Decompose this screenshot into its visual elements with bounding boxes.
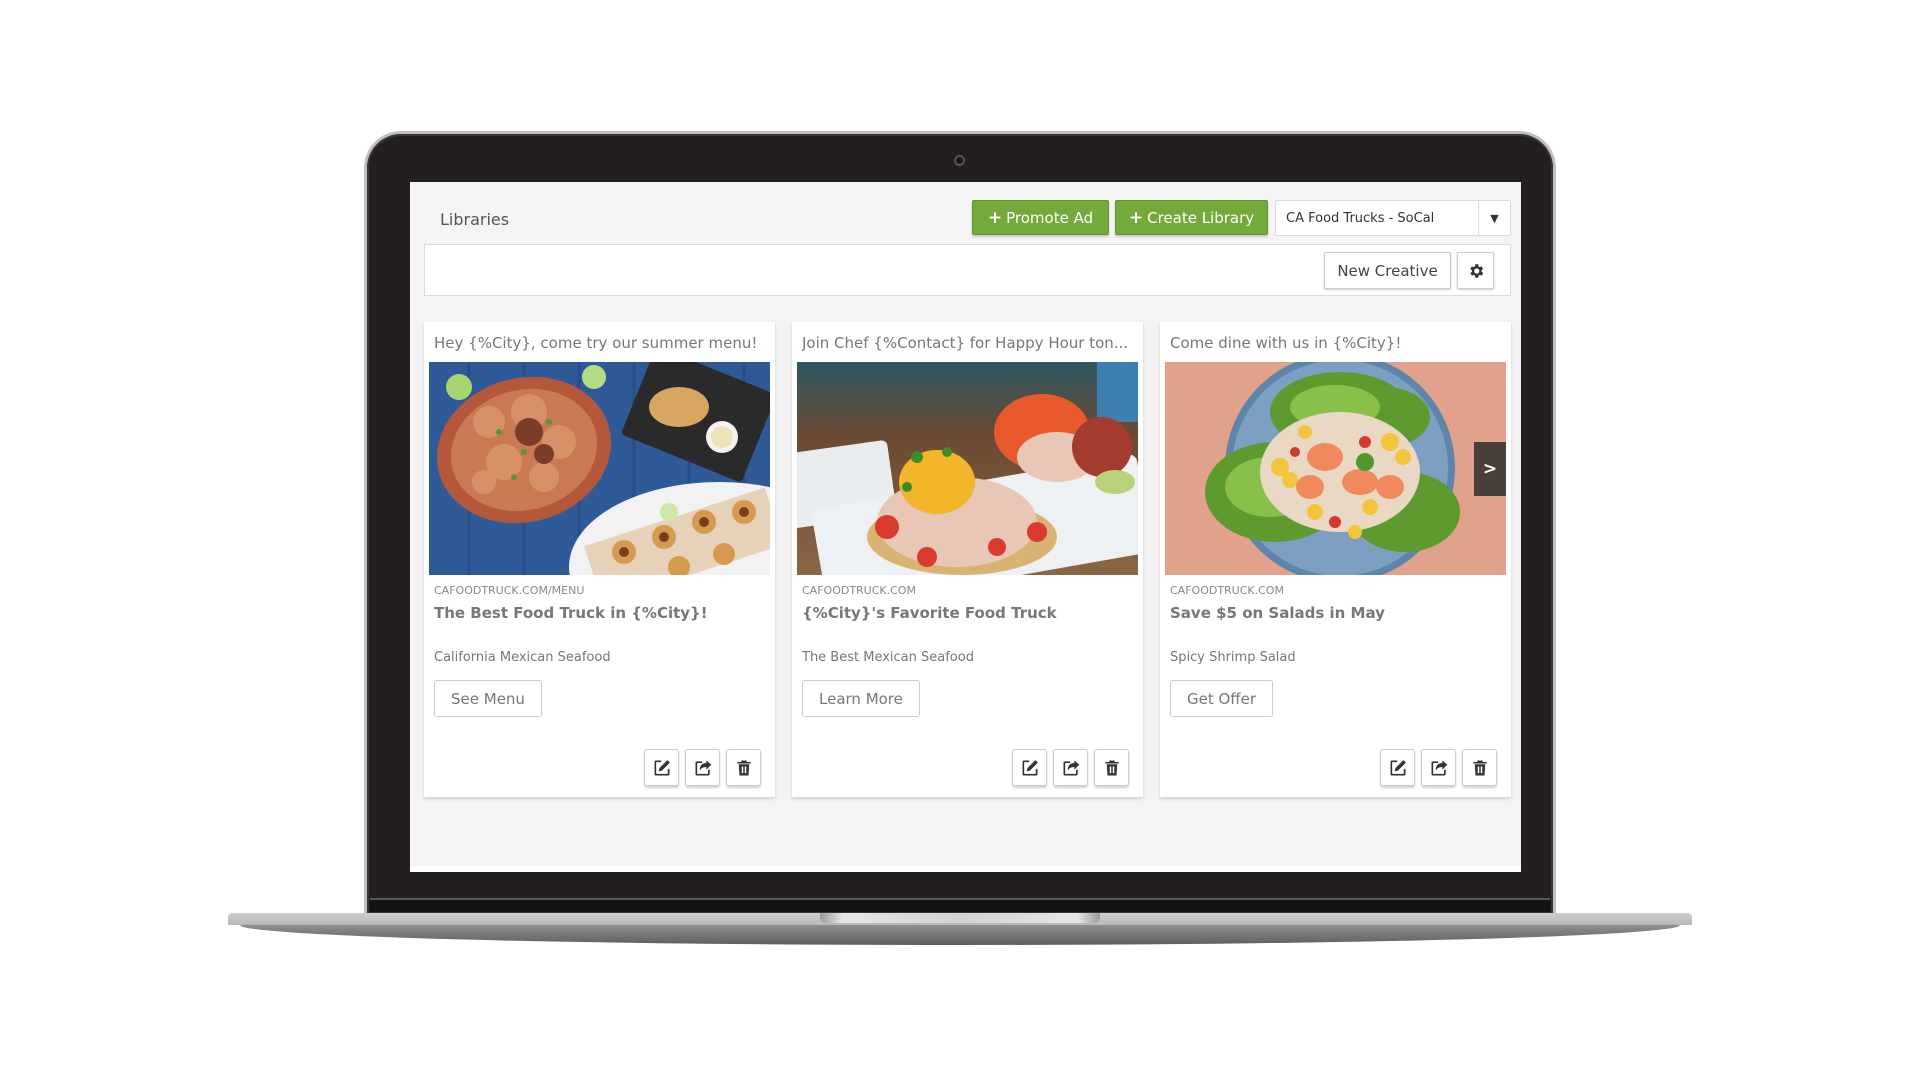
library-select[interactable]: CA Food Trucks - SoCal ▼ — [1275, 200, 1511, 236]
webcam-icon — [954, 155, 965, 166]
delete-button[interactable] — [1094, 749, 1129, 786]
card-description: The Best Mexican Seafood — [802, 650, 974, 665]
creative-card: Hey {%City}, come try our summer menu! C… — [424, 322, 775, 797]
carousel-next-button[interactable]: > — [1474, 442, 1506, 496]
trash-icon — [1472, 760, 1487, 775]
library-select-value: CA Food Trucks - SoCal — [1286, 210, 1435, 226]
card-description: California Mexican Seafood — [434, 650, 611, 665]
share-icon — [1431, 760, 1447, 775]
settings-button[interactable] — [1457, 252, 1494, 289]
card-actions — [1012, 749, 1129, 786]
delete-button[interactable] — [1462, 749, 1497, 786]
gear-icon — [1469, 263, 1483, 278]
card-image-shrimp-salad: > — [1165, 362, 1506, 575]
seafood-platter-image — [429, 362, 770, 575]
card-url: CAFOODTRUCK.COM — [1170, 584, 1284, 597]
card-image-seafood-platter — [429, 362, 770, 575]
page-title: Libraries — [440, 210, 510, 229]
promote-ad-button[interactable]: + Promote Ad — [972, 200, 1109, 235]
edit-button[interactable] — [1012, 749, 1047, 786]
share-button[interactable] — [685, 749, 720, 786]
creative-card: Come dine with us in {%City}! > CAFOODTR… — [1160, 322, 1511, 797]
card-image-ceviche — [797, 362, 1138, 575]
laptop-hinge — [370, 898, 1550, 912]
card-message: Hey {%City}, come try our summer menu! — [434, 334, 758, 352]
create-library-button[interactable]: + Create Library — [1115, 200, 1268, 235]
cta-button-learn-more[interactable]: Learn More — [802, 680, 920, 717]
card-url: CAFOODTRUCK.COM/MENU — [434, 584, 585, 597]
plus-icon: + — [1128, 207, 1144, 228]
trash-icon — [1104, 760, 1119, 775]
share-button[interactable] — [1421, 749, 1456, 786]
ceviche-tostada-image — [797, 362, 1138, 575]
share-button[interactable] — [1053, 749, 1088, 786]
card-actions — [1380, 749, 1497, 786]
laptop-base-lower — [240, 925, 1680, 945]
card-actions — [644, 749, 761, 786]
edit-button[interactable] — [1380, 749, 1415, 786]
edit-icon — [1022, 759, 1038, 775]
trash-icon — [736, 760, 751, 775]
laptop-opening-notch — [820, 913, 1100, 923]
cta-button-see-menu[interactable]: See Menu — [434, 680, 542, 717]
card-headline: The Best Food Truck in {%City}! — [434, 604, 708, 622]
share-icon — [1063, 760, 1079, 775]
creative-toolbar: New Creative — [424, 244, 1511, 296]
delete-button[interactable] — [726, 749, 761, 786]
create-library-label: Create Library — [1147, 208, 1255, 227]
creative-card: Join Chef {%Contact} for Happy Hour ton.… — [792, 322, 1143, 797]
plus-icon: + — [987, 207, 1003, 228]
cta-button-get-offer[interactable]: Get Offer — [1170, 680, 1274, 717]
card-headline: Save $5 on Salads in May — [1170, 604, 1385, 622]
card-headline: {%City}'s Favorite Food Truck — [802, 604, 1057, 622]
app-screen: Libraries + Promote Ad + Create Library … — [410, 182, 1521, 872]
card-url: CAFOODTRUCK.COM — [802, 584, 916, 597]
edit-icon — [1390, 759, 1406, 775]
new-creative-button[interactable]: New Creative — [1324, 252, 1451, 289]
card-description: Spicy Shrimp Salad — [1170, 650, 1296, 665]
share-icon — [695, 760, 711, 775]
screen-bottom-edge — [410, 866, 1521, 872]
card-message: Join Chef {%Contact} for Happy Hour ton.… — [802, 334, 1129, 352]
promote-ad-label: Promote Ad — [1006, 208, 1094, 227]
card-message: Come dine with us in {%City}! — [1170, 334, 1402, 352]
chevron-down-icon[interactable]: ▼ — [1478, 201, 1510, 235]
edit-icon — [654, 759, 670, 775]
edit-button[interactable] — [644, 749, 679, 786]
shrimp-salad-image — [1165, 362, 1506, 575]
